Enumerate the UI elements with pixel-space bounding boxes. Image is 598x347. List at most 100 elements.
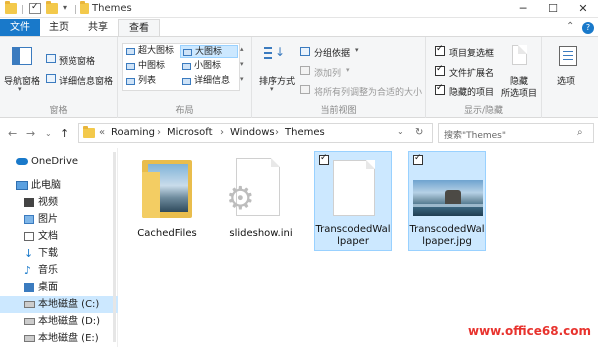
image-thumbnail bbox=[413, 180, 483, 216]
group-label: 显示/隐藏 bbox=[463, 106, 504, 116]
tab-view[interactable]: 查看 bbox=[118, 19, 160, 37]
address-dropdown-icon[interactable]: ⌄ bbox=[397, 127, 404, 136]
cloud-icon bbox=[16, 158, 28, 165]
blank-file-icon bbox=[333, 160, 375, 216]
nav-item-this-pc[interactable]: 此电脑 bbox=[0, 177, 118, 194]
tab-file[interactable]: 文件 bbox=[0, 19, 40, 37]
nav-item-downloads[interactable]: ↓ 下载 bbox=[0, 245, 118, 262]
search-box[interactable]: 搜索"Themes" ⌕ bbox=[438, 123, 594, 143]
item-checkbox[interactable] bbox=[319, 153, 329, 165]
crumb-separator-icon[interactable]: › bbox=[157, 127, 161, 138]
hidden-items-checkbox[interactable] bbox=[435, 83, 445, 95]
nav-scrollbar[interactable] bbox=[113, 152, 116, 342]
new-folder-icon[interactable] bbox=[46, 1, 58, 14]
file-item-cachedfiles[interactable]: CachedFiles bbox=[128, 151, 206, 251]
search-input[interactable]: 搜索"Themes" bbox=[444, 128, 506, 141]
file-name: CachedFiles bbox=[137, 228, 197, 239]
address-bar[interactable]: « Roaming › Microsoft › Windows › Themes… bbox=[78, 123, 433, 143]
show-hide-group: 项目复选框 文件扩展名 隐藏的项目 隐藏 所选项目 显示/隐藏 bbox=[426, 37, 542, 118]
layout-label: 详细信息 bbox=[194, 76, 231, 86]
file-item-transcodedwallpaper-jpg[interactable]: TranscodedWallpaper.jpg bbox=[408, 151, 486, 251]
layout-small-icons[interactable]: 小图标 bbox=[180, 60, 221, 73]
collapse-ribbon-icon[interactable]: ⌃ bbox=[566, 21, 574, 32]
crumb-separator-icon[interactable]: › bbox=[275, 127, 279, 138]
nav-item-documents[interactable]: 文档 bbox=[0, 228, 118, 245]
crumb-themes[interactable]: Themes bbox=[285, 127, 325, 138]
file-name: slideshow.ini bbox=[229, 228, 293, 239]
file-name: TranscodedWallpaper.jpg bbox=[409, 224, 485, 247]
drive-icon bbox=[24, 318, 35, 325]
file-extensions-checkbox[interactable] bbox=[435, 64, 445, 76]
group-by-icon bbox=[300, 47, 310, 56]
help-icon[interactable]: ? bbox=[582, 22, 594, 34]
nav-item-onedrive[interactable]: OneDrive bbox=[0, 153, 118, 170]
quick-access-dropdown-icon[interactable]: ▾ bbox=[63, 3, 67, 12]
preview-pane-label: 预览窗格 bbox=[59, 57, 96, 67]
chevron-down-icon: ▾ bbox=[270, 85, 274, 93]
chevron-down-icon: ▾ bbox=[18, 85, 22, 93]
minimize-button[interactable]: ─ bbox=[508, 0, 538, 18]
scroll-up-icon[interactable]: ▴ bbox=[240, 45, 244, 53]
tab-share[interactable]: 共享 bbox=[78, 19, 118, 37]
sort-icon: ↓ bbox=[264, 45, 285, 67]
file-list: CachedFiles ⚙ slideshow.ini TranscodedWa… bbox=[118, 148, 598, 347]
item-checkboxes-checkbox[interactable] bbox=[435, 44, 445, 56]
properties-icon[interactable] bbox=[29, 2, 41, 14]
title-bar: ▾ Themes ─ ☐ ✕ bbox=[0, 0, 598, 18]
nav-item-desktop[interactable]: 桌面 bbox=[0, 279, 118, 296]
nav-label: 音乐 bbox=[38, 265, 58, 276]
nav-item-drive-c[interactable]: 本地磁盘 (C:) bbox=[0, 296, 118, 313]
sort-by-label: 排序方式 bbox=[259, 77, 296, 87]
scroll-down-icon[interactable]: ▾ bbox=[240, 60, 244, 68]
maximize-button[interactable]: ☐ bbox=[538, 0, 568, 18]
nav-item-videos[interactable]: 视频 bbox=[0, 194, 118, 211]
layout-details[interactable]: 详细信息 bbox=[180, 75, 230, 88]
file-item-transcodedwallpaper[interactable]: TranscodedWallpaper bbox=[314, 151, 392, 251]
nav-item-drive-e[interactable]: 本地磁盘 (E:) bbox=[0, 330, 118, 347]
group-by-label: 分组依据 bbox=[314, 49, 351, 59]
window-title: Themes bbox=[92, 3, 132, 14]
crumb-roaming[interactable]: Roaming bbox=[111, 127, 155, 138]
crumb-microsoft[interactable]: Microsoft bbox=[167, 127, 213, 138]
close-button[interactable]: ✕ bbox=[568, 0, 598, 18]
nav-item-pictures[interactable]: 图片 bbox=[0, 211, 118, 228]
crumb-windows[interactable]: Windows bbox=[230, 127, 275, 138]
group-label: 窗格 bbox=[49, 106, 68, 116]
size-columns-icon bbox=[300, 85, 310, 94]
forward-icon[interactable]: → bbox=[26, 127, 35, 140]
gear-icon: ⚙ bbox=[226, 179, 255, 217]
folder-icon bbox=[142, 160, 192, 218]
item-checkbox[interactable] bbox=[413, 153, 423, 165]
music-icon: ♪ bbox=[24, 264, 32, 277]
hide-selected-label: 所选项目 bbox=[501, 89, 538, 99]
nav-label: 本地磁盘 (C:) bbox=[38, 299, 100, 310]
details-pane-label: 详细信息窗格 bbox=[59, 77, 114, 87]
folder-icon bbox=[5, 1, 17, 14]
layout-medium-icons[interactable]: 中图标 bbox=[124, 60, 165, 73]
up-icon[interactable]: ↑ bbox=[60, 127, 69, 140]
overflow-chevron-icon[interactable]: « bbox=[99, 127, 105, 138]
address-row: ← → ⌄ ↑ « Roaming › Microsoft › Windows … bbox=[0, 119, 598, 147]
preview-pane-icon bbox=[46, 54, 56, 63]
search-icon[interactable]: ⌕ bbox=[577, 127, 583, 138]
nav-label: 桌面 bbox=[38, 282, 58, 293]
expand-gallery-icon[interactable]: ▾ bbox=[240, 75, 244, 83]
layout-label: 小图标 bbox=[194, 61, 222, 71]
nav-item-drive-d[interactable]: 本地磁盘 (D:) bbox=[0, 313, 118, 330]
layout-list[interactable]: 列表 bbox=[124, 75, 156, 88]
file-name: TranscodedWallpaper bbox=[315, 224, 391, 247]
layout-large-icons[interactable]: 大图标 bbox=[180, 45, 238, 58]
hide-selected-icon bbox=[512, 45, 527, 65]
window-folder-icon bbox=[80, 1, 89, 14]
nav-item-music[interactable]: ♪ 音乐 bbox=[0, 262, 118, 279]
back-icon[interactable]: ← bbox=[8, 127, 17, 140]
nav-label: 图片 bbox=[38, 214, 58, 225]
recent-locations-icon[interactable]: ⌄ bbox=[45, 129, 52, 138]
drive-icon bbox=[24, 301, 35, 308]
refresh-icon[interactable]: ↻ bbox=[415, 127, 423, 138]
tab-home[interactable]: 主页 bbox=[40, 19, 78, 37]
crumb-separator-icon[interactable]: › bbox=[220, 127, 224, 138]
layout-extra-large-icons[interactable]: 超大图标 bbox=[124, 45, 174, 58]
file-item-slideshow-ini[interactable]: ⚙ slideshow.ini bbox=[222, 151, 300, 251]
nav-label: 文档 bbox=[38, 231, 58, 242]
